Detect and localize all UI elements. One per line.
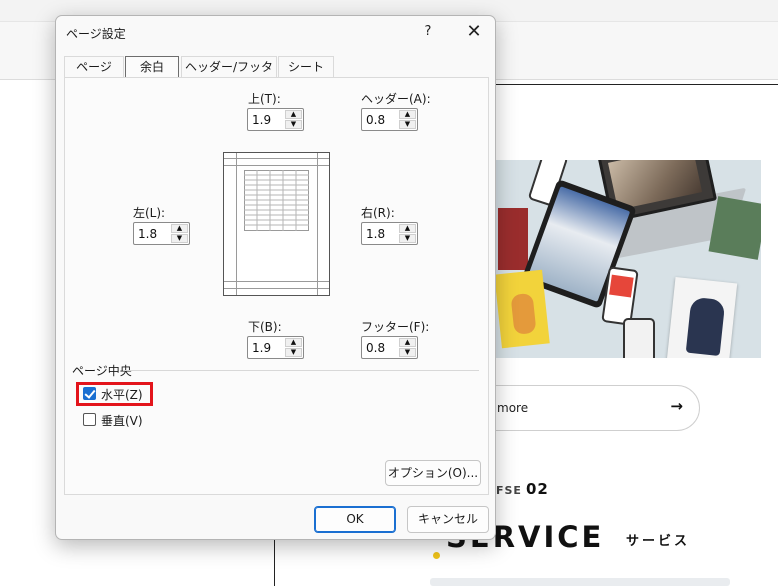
more-label: more bbox=[497, 401, 529, 415]
dialog-tabs: ページ 余白 ヘッダー/フッター シート bbox=[64, 56, 484, 94]
ok-button[interactable]: OK bbox=[314, 506, 396, 533]
header-margin-label: ヘッダー(A): bbox=[361, 92, 431, 106]
spin-down-icon[interactable]: ▼ bbox=[171, 234, 188, 243]
left-margin-spinner[interactable]: 1.8 ▲ ▼ bbox=[133, 222, 190, 245]
phone-image bbox=[623, 318, 655, 358]
spin-up-icon[interactable]: ▲ bbox=[399, 110, 416, 119]
dialog-title: ページ設定 bbox=[66, 27, 126, 41]
hero-image bbox=[495, 160, 761, 358]
top-margin-label: 上(T): bbox=[248, 92, 281, 106]
spin-buttons: ▲ ▼ bbox=[285, 338, 302, 357]
spin-up-icon[interactable]: ▲ bbox=[285, 338, 302, 347]
spin-down-icon[interactable]: ▼ bbox=[399, 348, 416, 357]
page-preview bbox=[223, 152, 330, 296]
footer-margin-label: フッター(F): bbox=[361, 320, 430, 334]
preview-bottom-margin-line bbox=[224, 281, 329, 282]
left-margin-label: 左(L): bbox=[133, 206, 166, 220]
preview-header-line bbox=[224, 158, 329, 159]
footer-margin-value[interactable]: 0.8 bbox=[366, 341, 385, 355]
vertical-checkbox[interactable] bbox=[83, 413, 96, 426]
bottom-margin-spinner[interactable]: 1.9 ▲ ▼ bbox=[247, 336, 304, 359]
service-prefix: FSE bbox=[496, 484, 522, 497]
horizontal-label[interactable]: 水平(Z) bbox=[101, 386, 143, 403]
tab-page[interactable]: ページ bbox=[64, 56, 124, 78]
magazine-image bbox=[666, 276, 738, 358]
magazine-image bbox=[495, 269, 550, 349]
tab-margins[interactable]: 余白 bbox=[125, 56, 179, 78]
spin-buttons: ▲ ▼ bbox=[171, 224, 188, 243]
service-number: FSE 02 bbox=[496, 480, 549, 498]
preview-left-margin-line bbox=[236, 153, 237, 295]
horizontal-checkbox[interactable] bbox=[83, 387, 96, 400]
spin-buttons: ▲ ▼ bbox=[399, 338, 416, 357]
decorative-dot-icon bbox=[433, 552, 440, 559]
vertical-label[interactable]: 垂直(V) bbox=[101, 412, 143, 429]
bottom-margin-label: 下(B): bbox=[248, 320, 282, 334]
content-strip bbox=[430, 578, 730, 586]
bottom-margin-value[interactable]: 1.9 bbox=[252, 341, 271, 355]
spin-buttons: ▲ ▼ bbox=[399, 224, 416, 243]
options-button[interactable]: オプション(O)... bbox=[385, 460, 481, 486]
preview-right-margin-line bbox=[317, 153, 318, 295]
close-button[interactable]: ✕ bbox=[460, 20, 488, 44]
phone-image bbox=[601, 266, 639, 326]
spin-up-icon[interactable]: ▲ bbox=[285, 110, 302, 119]
spin-buttons: ▲ ▼ bbox=[399, 110, 416, 129]
spin-up-icon[interactable]: ▲ bbox=[399, 338, 416, 347]
margins-panel: 上(T): 1.9 ▲ ▼ ヘッダー(A): 0.8 ▲ ▼ 左(L): 1.8… bbox=[64, 77, 489, 495]
left-margin-value[interactable]: 1.8 bbox=[138, 227, 157, 241]
tab-sheet[interactable]: シート bbox=[278, 56, 334, 78]
magazine-image bbox=[498, 208, 528, 270]
service-number-value: 02 bbox=[525, 480, 549, 498]
page-setup-dialog: ページ設定 ? ✕ ページ 余白 ヘッダー/フッター シート 上(T): 1.9… bbox=[55, 15, 496, 540]
preview-grid-icon bbox=[244, 170, 309, 231]
spin-down-icon[interactable]: ▼ bbox=[399, 120, 416, 129]
dialog-title-bar: ページ設定 ? ✕ bbox=[56, 16, 495, 48]
cancel-button[interactable]: キャンセル bbox=[407, 506, 489, 533]
footer-margin-spinner[interactable]: 0.8 ▲ ▼ bbox=[361, 336, 418, 359]
right-margin-label: 右(R): bbox=[361, 206, 395, 220]
section-divider bbox=[123, 370, 479, 371]
page-break-line bbox=[495, 84, 778, 85]
top-margin-value[interactable]: 1.9 bbox=[252, 113, 271, 127]
preview-footer-line bbox=[224, 288, 329, 289]
preview-top-margin-line bbox=[224, 165, 329, 166]
spin-up-icon[interactable]: ▲ bbox=[399, 224, 416, 233]
spin-up-icon[interactable]: ▲ bbox=[171, 224, 188, 233]
top-margin-spinner[interactable]: 1.9 ▲ ▼ bbox=[247, 108, 304, 131]
header-margin-spinner[interactable]: 0.8 ▲ ▼ bbox=[361, 108, 418, 131]
arrow-right-icon: → bbox=[670, 397, 683, 415]
spin-down-icon[interactable]: ▼ bbox=[285, 120, 302, 129]
spin-down-icon[interactable]: ▼ bbox=[285, 348, 302, 357]
service-subtitle: サービス bbox=[626, 534, 691, 549]
tab-header-footer[interactable]: ヘッダー/フッター bbox=[181, 56, 277, 94]
spin-down-icon[interactable]: ▼ bbox=[399, 234, 416, 243]
spin-buttons: ▲ ▼ bbox=[285, 110, 302, 129]
magazine-image bbox=[708, 196, 761, 260]
right-margin-spinner[interactable]: 1.8 ▲ ▼ bbox=[361, 222, 418, 245]
header-margin-value[interactable]: 0.8 bbox=[366, 113, 385, 127]
right-margin-value[interactable]: 1.8 bbox=[366, 227, 385, 241]
help-button[interactable]: ? bbox=[417, 22, 439, 42]
